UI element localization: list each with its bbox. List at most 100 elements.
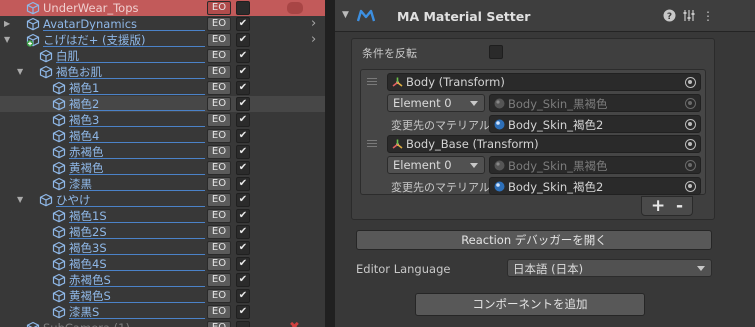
entry-1-target-material: Body_Skin_褐色2 [508,118,604,132]
eo-toggle-button[interactable]: EO [207,1,231,15]
active-checkbox[interactable]: ✔ [236,177,250,191]
expand-down-arrow-icon[interactable]: ▼ [4,35,12,45]
entry-2-current-material-field[interactable]: Body_Skin_黒褐色 [489,156,701,174]
active-checkbox[interactable]: ✔ [236,145,250,159]
active-checkbox[interactable]: ✔ [236,97,250,111]
eo-toggle-button[interactable]: EO [207,193,231,207]
entry-1-target-material-field[interactable]: Body_Skin_褐色2 [489,115,701,133]
help-icon[interactable]: ? [662,9,676,23]
active-checkbox[interactable]: ✔ [236,209,250,223]
expand-down-arrow-icon[interactable]: ▼ [17,195,25,205]
active-checkbox[interactable] [236,1,250,15]
active-checkbox[interactable]: ✔ [236,305,250,319]
hierarchy-row[interactable]: 赤褐色 EO ✔ [0,144,325,160]
hierarchy-row[interactable]: ▼ 褐色お肌 EO ✔ [0,64,325,80]
eo-toggle-button[interactable]: EO [207,145,231,159]
hierarchy-row[interactable]: ▼ ひやけ EO ✔ [0,192,325,208]
eo-toggle-button[interactable]: EO [207,209,231,223]
active-checkbox[interactable]: ✔ [236,241,250,255]
eo-toggle-button[interactable]: EO [207,81,231,95]
remove-entry-button[interactable]: - [676,197,683,215]
active-checkbox[interactable]: ✔ [236,81,250,95]
object-picker-icon[interactable] [685,77,696,88]
hierarchy-row[interactable]: 漆黒S EO ✔ [0,304,325,320]
entry-2-target-material-field[interactable]: Body_Skin_褐色2 [489,177,701,195]
hierarchy-row[interactable]: 白肌 EO ✔ [0,48,325,64]
entry-1-current-material-field[interactable]: Body_Skin_黒褐色 [489,94,701,112]
active-checkbox[interactable]: ✔ [236,113,250,127]
active-checkbox[interactable] [236,321,250,327]
object-picker-icon[interactable] [685,98,696,109]
eo-toggle-button[interactable]: EO [207,33,231,47]
hierarchy-row[interactable]: 褐色4 EO ✔ [0,128,325,144]
active-checkbox[interactable]: ✔ [236,289,250,303]
component-header[interactable]: ▼ MA Material Setter ? ⋮ [335,0,755,32]
eo-toggle-button[interactable]: EO [207,65,231,79]
hierarchy-row[interactable]: UnderWear_Tops EO [0,0,325,16]
add-component-button[interactable]: コンポーネントを追加 [415,293,645,316]
hierarchy-row[interactable]: 褐色4S EO ✔ [0,256,325,272]
hierarchy-row[interactable]: 褐色2 EO ✔ [0,96,325,112]
hierarchy-row[interactable]: 赤褐色S EO ✔ [0,272,325,288]
eo-toggle-button[interactable]: EO [207,97,231,111]
eo-toggle-button[interactable]: EO [207,49,231,63]
object-picker-icon[interactable] [685,139,696,150]
active-checkbox[interactable]: ✔ [236,225,250,239]
expand-down-arrow-icon[interactable]: ▼ [17,67,25,77]
hierarchy-row[interactable]: 褐色2S EO ✔ [0,224,325,240]
eo-toggle-button[interactable]: EO [207,257,231,271]
active-checkbox[interactable]: ✔ [236,33,250,47]
object-picker-icon[interactable] [685,119,696,130]
reaction-debugger-button[interactable]: Reaction デバッガーを開く [356,230,712,250]
preset-sliders-icon[interactable] [681,9,695,23]
gameobject-cube-icon [52,177,66,191]
hierarchy-row[interactable]: 褐色3S EO ✔ [0,240,325,256]
active-checkbox[interactable]: ✔ [236,273,250,287]
row-underline [56,78,205,79]
object-picker-icon[interactable] [685,181,696,192]
hierarchy-row[interactable]: 黄褐色 EO ✔ [0,160,325,176]
panel-splitter[interactable] [325,0,335,327]
foldout-arrow-icon[interactable]: ▼ [342,10,349,20]
active-checkbox[interactable]: ✔ [236,65,250,79]
eo-toggle-button[interactable]: EO [207,241,231,255]
drag-handle-icon[interactable] [367,78,377,86]
active-checkbox[interactable]: ✔ [236,161,250,175]
hierarchy-row[interactable]: 褐色3 EO ✔ [0,112,325,128]
hierarchy-row[interactable]: ▼ こげはだ+ (支援版) EO ✔ › [0,32,325,48]
hierarchy-row[interactable]: SubCamera (1) EO ✖ [0,320,325,327]
eo-toggle-button[interactable]: EO [207,305,231,319]
entry-1-object-field[interactable]: Body (Transform) [387,73,701,91]
eo-toggle-button[interactable]: EO [207,17,231,31]
eo-toggle-button[interactable]: EO [207,289,231,303]
active-checkbox[interactable]: ✔ [236,17,250,31]
hierarchy-row[interactable]: 褐色1S EO ✔ [0,208,325,224]
hierarchy-row[interactable]: 黄褐色S EO ✔ [0,288,325,304]
chevron-right-icon[interactable]: › [311,17,316,31]
active-checkbox[interactable]: ✔ [236,257,250,271]
eo-toggle-button[interactable]: EO [207,161,231,175]
editor-language-dropdown[interactable]: 日本語 (日本) [507,259,712,277]
invert-condition-toggle[interactable] [489,45,503,59]
eo-toggle-button[interactable]: EO [207,225,231,239]
entry-2-element-dropdown[interactable]: Element 0 [387,156,485,174]
hierarchy-row[interactable]: 褐色1 EO ✔ [0,80,325,96]
eo-toggle-button[interactable]: EO [207,177,231,191]
eo-toggle-button[interactable]: EO [207,273,231,287]
object-picker-icon[interactable] [685,160,696,171]
active-checkbox[interactable]: ✔ [236,49,250,63]
drag-handle-icon[interactable] [367,140,377,148]
hierarchy-row[interactable]: 漆黒 EO ✔ [0,176,325,192]
eo-toggle-button[interactable]: EO [207,321,231,327]
active-checkbox[interactable]: ✔ [236,129,250,143]
entry-2-object-field[interactable]: Body_Base (Transform) [387,135,701,153]
active-checkbox[interactable]: ✔ [236,193,250,207]
entry-1-element-dropdown[interactable]: Element 0 [387,94,485,112]
eo-toggle-button[interactable]: EO [207,129,231,143]
eo-toggle-button[interactable]: EO [207,113,231,127]
kebab-menu-icon[interactable]: ⋮ [701,9,715,23]
chevron-right-icon[interactable]: › [311,33,316,47]
collapse-right-arrow-icon[interactable]: ▶ [4,19,12,29]
hierarchy-row[interactable]: ▶ AvatarDynamics EO ✔ › [0,16,325,32]
add-entry-button[interactable]: + [651,197,665,215]
